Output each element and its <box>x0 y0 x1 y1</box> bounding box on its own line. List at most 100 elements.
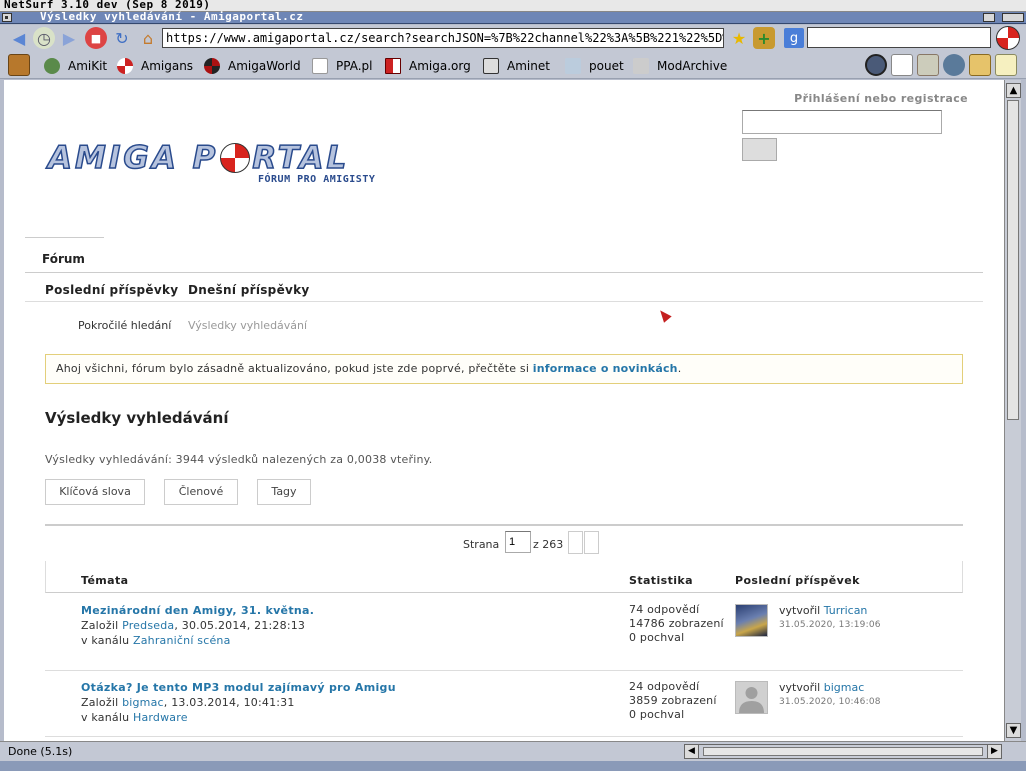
topic-author-line: Založil bigmac, 13.03.2014, 10:41:31 <box>81 696 295 709</box>
filter-keywords-button[interactable]: Klíčová slova <box>45 479 145 505</box>
status-text: Done (5.1s) <box>8 745 73 758</box>
filter-tags-button[interactable]: Tagy <box>257 479 311 505</box>
forward-arrow-icon[interactable]: ▶ <box>58 27 80 49</box>
subnav-today-posts[interactable]: Dnešní příspěvky <box>188 283 310 297</box>
hotlist-item-amigans[interactable]: Amigans <box>117 56 193 76</box>
channel-link[interactable]: Hardware <box>133 711 188 724</box>
pager-label: Strana <box>463 538 500 551</box>
hotlist-toggle-icon[interactable] <box>8 54 30 76</box>
scroll-left-arrow-icon[interactable]: ◀ <box>685 745 699 758</box>
hotlist-item-modarchive[interactable]: ModArchive <box>633 56 727 76</box>
nav-divider <box>25 237 104 238</box>
login-button[interactable] <box>742 138 777 161</box>
topic-title-link[interactable]: Otázka? Je tento MP3 modul zajímavý pro … <box>81 681 396 694</box>
amigans-icon <box>117 58 133 74</box>
last-post-date: 31.05.2020, 10:46:08 <box>779 697 881 707</box>
back-arrow-icon[interactable]: ◀ <box>8 27 30 49</box>
tab-forum[interactable]: Fórum <box>42 252 85 266</box>
amikit-icon <box>44 58 60 74</box>
status-bar: Done (5.1s) ◀ ▶ <box>0 741 1026 761</box>
vertical-scrollbar[interactable]: ▲ ▼ <box>1004 80 1021 741</box>
author-link[interactable]: bigmac <box>122 696 164 709</box>
last-post-author: vytvořil Turrican <box>779 604 868 617</box>
topic-stats: 74 odpovědí 14786 zobrazení 0 pochval <box>629 603 724 644</box>
zoom-gadget-icon[interactable] <box>983 13 995 22</box>
filter-members-button[interactable]: Členové <box>164 479 238 505</box>
login-input[interactable] <box>742 110 942 134</box>
mouse-pointer-icon <box>656 307 672 323</box>
default-user-icon <box>739 687 764 713</box>
subnav-latest-posts[interactable]: Poslední příspěvky <box>45 283 178 297</box>
hscroll-thumb[interactable] <box>703 747 983 756</box>
close-gadget-icon[interactable] <box>2 13 12 22</box>
hotlist-item-aminet[interactable]: Aminet <box>483 56 550 76</box>
new-page-icon[interactable] <box>891 54 913 76</box>
breadcrumb-current: Výsledky vyhledávání <box>188 319 308 332</box>
breadcrumb-advanced-search[interactable]: Pokročilé hledání <box>78 319 171 332</box>
pager-total: z 263 <box>533 538 564 551</box>
news-info-link[interactable]: informace o novinkách <box>533 362 678 375</box>
scroll-thumb[interactable] <box>1007 100 1019 420</box>
scroll-right-arrow-icon[interactable]: ▶ <box>987 745 1001 758</box>
topic-title-link[interactable]: Mezinárodní den Amigy, 31. května. <box>81 604 314 617</box>
house-icon[interactable] <box>917 54 939 76</box>
next-page-button[interactable] <box>584 531 599 554</box>
add-bookmark-icon[interactable]: + <box>753 27 775 49</box>
topic-author-line: Založil Predseda, 30.05.2014, 21:28:13 <box>81 619 306 632</box>
announcement-notice: Ahoj všichni, fórum bylo zásadně aktuali… <box>45 354 963 384</box>
prev-page-button[interactable] <box>568 531 583 554</box>
results-summary: Výsledky vyhledávání: 3944 výsledků nale… <box>45 453 433 466</box>
hotlist-item-pouet[interactable]: pouet <box>565 56 624 76</box>
author-link[interactable]: Predseda <box>122 619 174 632</box>
globe-icon[interactable] <box>943 54 965 76</box>
search-field[interactable] <box>807 27 991 48</box>
page-number-input[interactable] <box>505 531 531 553</box>
depth-gadget-icon[interactable] <box>1002 13 1024 22</box>
hotlist-bar: AmiKit Amigans AmigaWorld PPA.pl Amiga.o… <box>0 52 1026 79</box>
zoom-icon[interactable] <box>865 54 887 76</box>
hotlist-item-amigaworld[interactable]: AmigaWorld <box>204 56 301 76</box>
folder-icon[interactable] <box>969 54 991 76</box>
last-post-user-link[interactable]: bigmac <box>824 681 865 694</box>
hotlist-item-ppa[interactable]: PPA.pl <box>312 56 372 76</box>
history-clock-icon[interactable]: ◷ <box>33 27 55 49</box>
notes-icon[interactable] <box>995 54 1017 76</box>
stop-icon[interactable]: ■ <box>85 27 107 49</box>
column-topics: Témata <box>81 574 129 587</box>
aminet-icon <box>483 58 499 74</box>
last-post-author: vytvořil bigmac <box>779 681 865 694</box>
boing-ball-icon <box>220 143 251 173</box>
channel-link[interactable]: Zahraniční scéna <box>133 634 231 647</box>
last-post-user-link[interactable]: Turrican <box>824 604 868 617</box>
scroll-down-arrow-icon[interactable]: ▼ <box>1006 723 1021 738</box>
hotlist-item-amikit[interactable]: AmiKit <box>44 56 107 76</box>
netsurf-throbber-icon <box>996 26 1020 50</box>
divider <box>25 301 983 302</box>
amigaworld-icon <box>204 58 220 74</box>
topic-stats: 24 odpovědí 3859 zobrazení 0 pochval <box>629 680 717 721</box>
browser-toolbar: ◀ ◷ ▶ ■ ↻ ⌂ https://www.amigaportal.cz/s… <box>0 25 1026 52</box>
amigaportal-logo[interactable]: AMIGA P RTAL FÓRUM PRO AMIGISTY <box>47 139 375 185</box>
divider <box>45 524 963 526</box>
column-stats: Statistika <box>629 574 693 587</box>
horizontal-scrollbar[interactable]: ◀ ▶ <box>684 744 1002 759</box>
login-register-link[interactable]: Přihlášení nebo registrace <box>794 92 968 105</box>
home-icon[interactable]: ⌂ <box>137 27 159 49</box>
row-divider <box>45 736 963 737</box>
scroll-up-arrow-icon[interactable]: ▲ <box>1006 83 1021 98</box>
last-post-date: 31.05.2020, 13:19:06 <box>779 620 881 630</box>
topic-channel-line: v kanálu Hardware <box>81 711 188 724</box>
row-divider <box>45 670 963 671</box>
hotlist-item-amiga-org[interactable]: Amiga.org <box>385 56 471 76</box>
window-bottom-border <box>0 761 1026 771</box>
google-search-icon[interactable]: g <box>784 28 804 48</box>
amiga-org-icon <box>385 58 401 74</box>
window-title: Výsledky vyhledávání - Amigaportal.cz <box>40 10 304 23</box>
url-field[interactable]: https://www.amigaportal.cz/search?search… <box>162 28 724 48</box>
window-title-bar[interactable]: Výsledky vyhledávání - Amigaportal.cz <box>0 10 1026 24</box>
avatar[interactable] <box>735 681 768 714</box>
divider <box>25 272 983 273</box>
bookmark-star-icon[interactable]: ★ <box>728 27 750 49</box>
avatar[interactable] <box>735 604 768 637</box>
reload-icon[interactable]: ↻ <box>111 27 133 49</box>
